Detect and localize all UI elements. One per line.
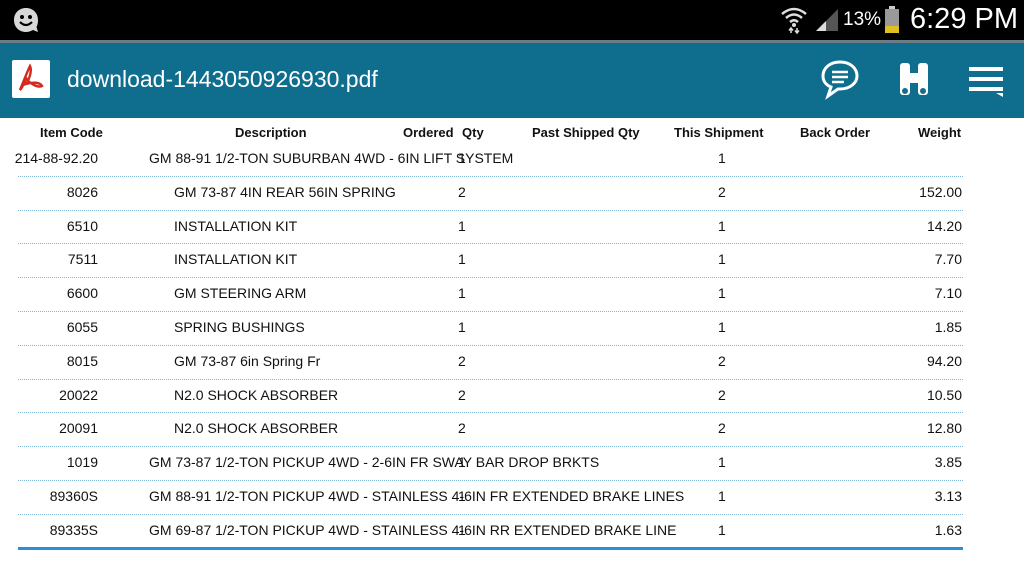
- battery-percent: 13%: [843, 9, 882, 30]
- search-binoculars-button[interactable]: [890, 57, 938, 105]
- this-shipment-cell: 1: [718, 217, 726, 234]
- weight-cell: 1.85: [934, 319, 962, 335]
- menu-icon: [966, 59, 1006, 104]
- clock: 6:29 PM: [910, 3, 1018, 35]
- description-cell: N2.0 SHOCK ABSORBER: [174, 386, 339, 403]
- ordered-cell: 1: [458, 251, 466, 268]
- ordered-cell: 1: [458, 217, 466, 234]
- weight-cell: 94.20: [926, 352, 962, 369]
- weight-cell: 14.20: [926, 217, 962, 234]
- app-bar: download-1443050926930.pdf: [0, 40, 1024, 118]
- weight-cell: 10.50: [926, 386, 962, 403]
- this-shipment-cell: 2: [718, 420, 726, 437]
- ordered-cell: 1: [458, 521, 466, 538]
- header-description: Description: [235, 125, 307, 140]
- item-code-cell: 6510: [66, 217, 98, 234]
- this-shipment-cell: 1: [718, 150, 726, 166]
- this-shipment-cell: 1: [718, 454, 726, 471]
- ordered-cell: 1: [458, 150, 466, 166]
- item-code-cell: 8015: [66, 352, 98, 369]
- table-row: 8026 GM 73-87 4IN REAR 56IN SPRING 2 2 152.0…: [8, 177, 966, 211]
- pdf-document-page[interactable]: Item Code Description Ordered Qty Past S…: [8, 118, 966, 576]
- header-back-order: Back Order: [800, 125, 871, 140]
- item-code-cell: 6055: [66, 319, 98, 335]
- comment-button[interactable]: [816, 57, 864, 105]
- header-this-shipment: This Shipment: [674, 125, 764, 140]
- description-cell: GM 73-87 4IN REAR 56IN SPRING: [174, 183, 396, 200]
- description-cell: GM 69-87 1/2-TON PICKUP 4WD - STAINLESS …: [149, 521, 677, 538]
- description-cell: INSTALLATION KIT: [174, 217, 298, 234]
- table-row: 6055 SPRING BUSHINGS 1 1 1.85: [8, 312, 966, 346]
- table-row: 20022 N2.0 SHOCK ABSORBER 2 2 10.50: [8, 380, 966, 414]
- description-cell: GM 73-87 6in Spring Fr: [174, 352, 321, 369]
- item-code-cell: 8026: [66, 183, 98, 200]
- wifi-icon: [780, 4, 808, 39]
- table-row: 7511 INSTALLATION KIT 1 1 7.70: [8, 244, 966, 279]
- this-shipment-cell: 2: [718, 352, 726, 369]
- document-title: download-1443050926930.pdf: [67, 66, 378, 92]
- ordered-cell: 1: [458, 319, 466, 335]
- ordered-cell: 2: [458, 183, 466, 200]
- header-weight: Weight: [918, 125, 962, 140]
- this-shipment-cell: 2: [718, 183, 726, 200]
- item-code-cell: 89335S: [49, 521, 98, 538]
- item-code-cell: 20022: [59, 386, 98, 403]
- table-row: 214-88-92.20 GM 88-91 1/2-TON SUBURBAN 4W…: [8, 143, 966, 177]
- description-cell: SPRING BUSHINGS: [174, 319, 305, 335]
- item-code-cell: 89360S: [49, 488, 98, 504]
- weight-cell: 3.13: [934, 488, 962, 504]
- item-code-cell: 1019: [66, 454, 98, 471]
- description-cell: GM 88-91 1/2-TON PICKUP 4WD - STAINLESS …: [149, 488, 685, 504]
- item-code-cell: 7511: [67, 251, 98, 268]
- comment-icon: [819, 58, 861, 105]
- description-cell: N2.0 SHOCK ABSORBER: [174, 420, 339, 437]
- table-row: 1019 GM 73-87 1/2-TON PICKUP 4WD - 2-6IN …: [8, 447, 966, 481]
- weight-cell: 12.80: [926, 420, 962, 437]
- battery-icon: [884, 6, 900, 39]
- description-cell: GM STEERING ARM: [174, 285, 307, 302]
- weight-cell: 152.00: [919, 183, 962, 200]
- weight-cell: 1.63: [934, 521, 962, 538]
- ordered-cell: 1: [458, 488, 466, 504]
- this-shipment-cell: 1: [718, 251, 726, 268]
- signal-icon: [814, 7, 840, 38]
- item-code-cell: 214-88-92.20: [14, 150, 98, 166]
- ordered-cell: 1: [458, 285, 466, 302]
- this-shipment-cell: 2: [718, 386, 726, 403]
- description-cell: GM 73-87 1/2-TON PICKUP 4WD - 2-6IN FR S…: [149, 454, 600, 471]
- weight-cell: 7.70: [934, 251, 962, 268]
- table-bottom-rule: [18, 547, 963, 550]
- table-header: Item Code Description Ordered Qty Past S…: [8, 118, 966, 144]
- binoculars-icon: [894, 59, 934, 104]
- status-bar: 13% 6:29 PM: [0, 0, 1024, 40]
- header-ordered: Ordered: [403, 125, 454, 140]
- weight-cell: 7.10: [934, 285, 962, 302]
- table-row: 20091 N2.0 SHOCK ABSORBER 2 2 12.80: [8, 413, 966, 448]
- description-cell: INSTALLATION KIT: [174, 251, 298, 268]
- item-code-cell: 20091: [59, 420, 98, 437]
- header-item-code: Item Code: [40, 125, 103, 140]
- ordered-cell: 2: [458, 352, 466, 369]
- ordered-cell: 1: [458, 454, 466, 471]
- table-row: 89360S GM 88-91 1/2-TON PICKUP 4WD - STAI…: [8, 481, 966, 515]
- item-code-cell: 6600: [66, 285, 98, 302]
- this-shipment-cell: 1: [718, 285, 726, 302]
- header-qty: Qty: [462, 125, 484, 140]
- pdf-icon: [12, 60, 50, 98]
- this-shipment-cell: 1: [718, 488, 726, 504]
- weight-cell: 3.85: [934, 454, 962, 471]
- smiley-notification-icon: [12, 6, 40, 39]
- table-row: 89335S GM 69-87 1/2-TON PICKUP 4WD - STAI…: [8, 515, 966, 549]
- table-row: 6510 INSTALLATION KIT 1 1 14.20: [8, 211, 966, 245]
- table-row: 8015 GM 73-87 6in Spring Fr 2 2 94.20: [8, 346, 966, 380]
- header-past-shipped-qty: Past Shipped Qty: [532, 125, 640, 140]
- ordered-cell: 2: [458, 420, 466, 437]
- this-shipment-cell: 1: [718, 319, 726, 335]
- table-row: 6600 GM STEERING ARM 1 1 7.10: [8, 278, 966, 312]
- menu-button[interactable]: [962, 57, 1010, 105]
- this-shipment-cell: 1: [718, 521, 726, 538]
- ordered-cell: 2: [458, 386, 466, 403]
